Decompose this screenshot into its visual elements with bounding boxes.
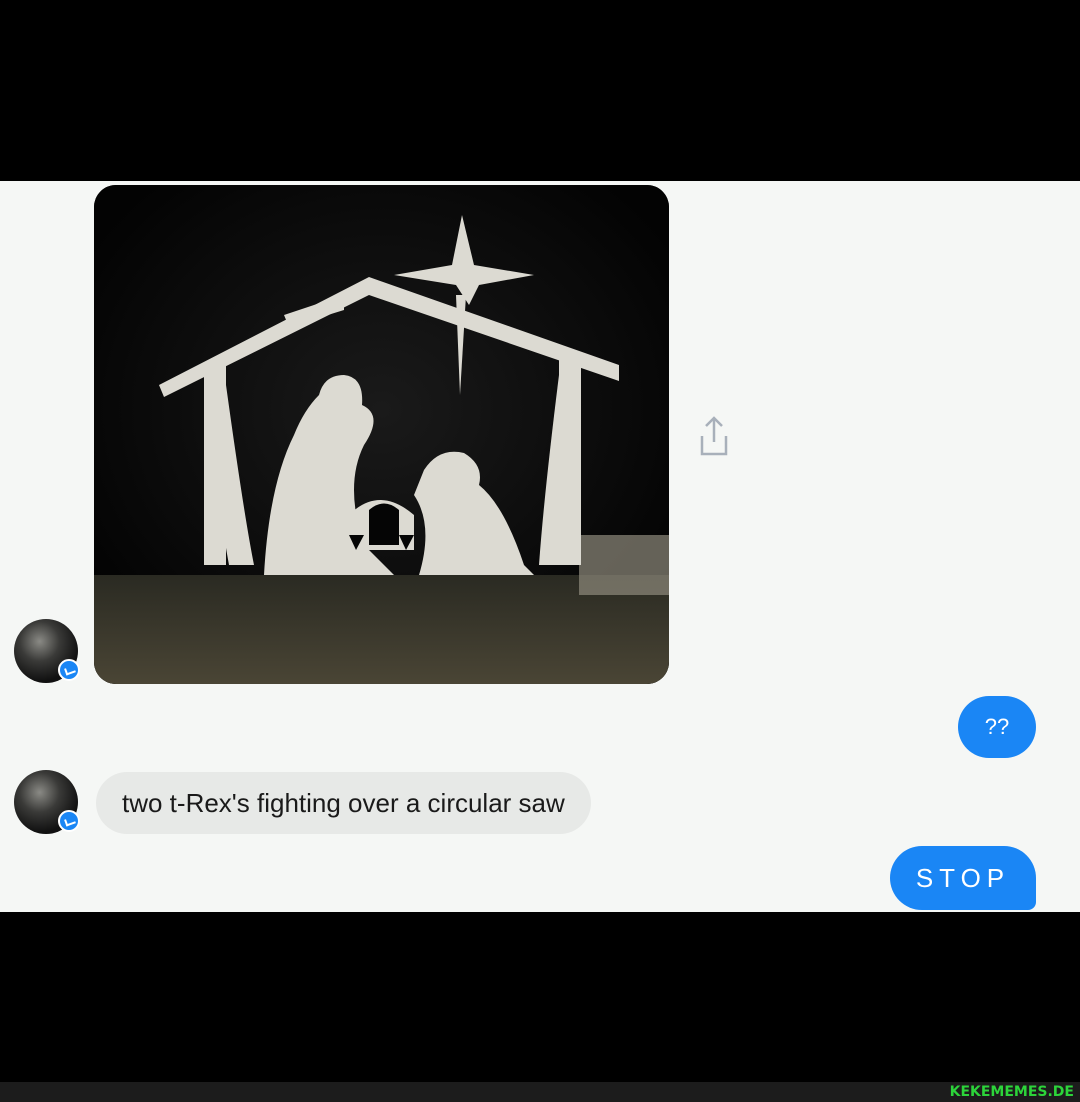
watermark-bar [0,1082,1080,1102]
contact-avatar[interactable] [14,619,80,683]
nativity-scene-photo [94,185,669,684]
image-message-photo[interactable] [94,185,669,684]
incoming-message-bubble[interactable]: two t-Rex's fighting over a circular saw [96,772,591,834]
outgoing-message-bubble[interactable]: STOP [890,846,1036,910]
contact-avatar[interactable] [14,770,80,834]
watermark-text: KEKEMEMES.DE [949,1084,1074,1100]
share-icon[interactable] [694,414,734,458]
messenger-badge-icon [58,659,80,681]
messenger-badge-icon [58,810,80,832]
outgoing-message-bubble[interactable]: ?? [958,696,1036,758]
